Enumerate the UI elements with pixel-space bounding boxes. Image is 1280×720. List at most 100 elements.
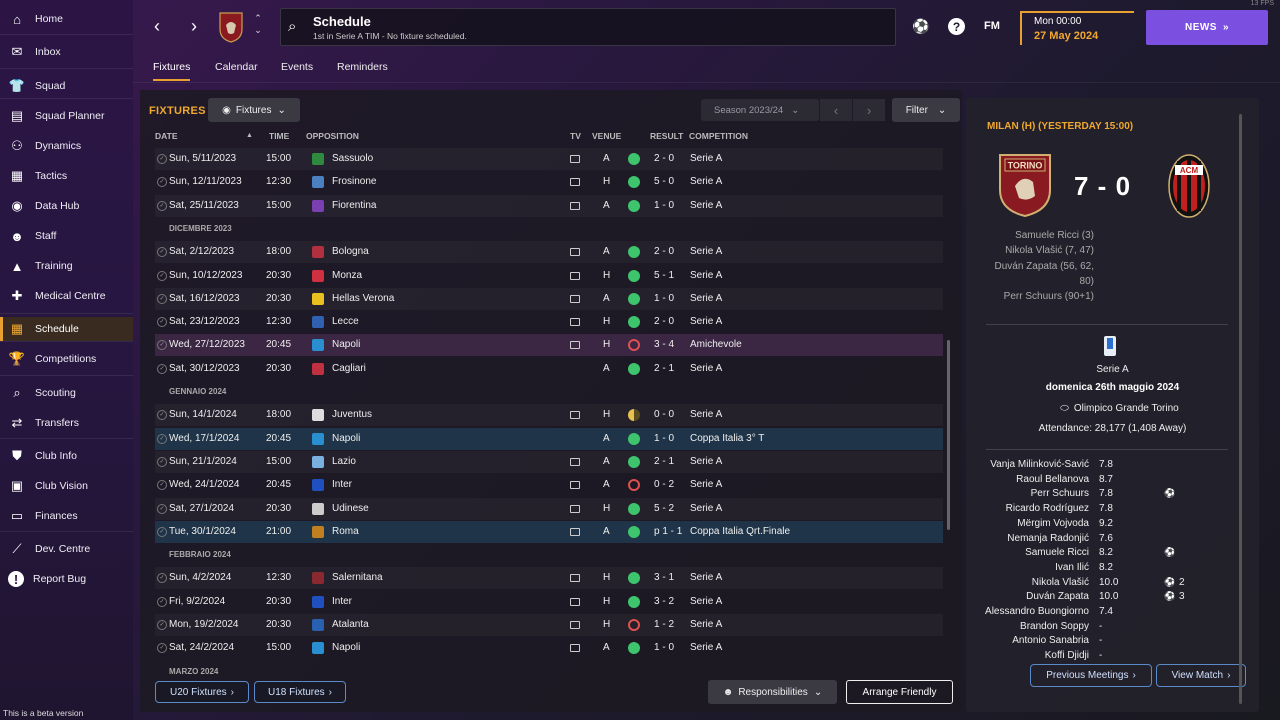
check-icon[interactable]: ✓ bbox=[157, 526, 167, 537]
fixture-opposition[interactable]: Fiorentina bbox=[332, 195, 376, 217]
check-icon[interactable]: ✓ bbox=[157, 154, 167, 164]
player-rating-row[interactable]: Brandon Soppy - bbox=[966, 621, 1259, 636]
fixture-row[interactable]: ✓ Wed, 17/1/2024 20:45 Napoli A 1 - 0 Coppa It… bbox=[155, 427, 943, 450]
fixture-opposition[interactable]: Frosinone bbox=[332, 171, 376, 193]
player-rating-row[interactable]: Mërgim Vojvoda 9.2 bbox=[966, 518, 1259, 533]
search-icon[interactable]: ⌕ bbox=[288, 18, 296, 35]
fixture-opposition[interactable]: Lazio bbox=[332, 451, 356, 473]
tab-reminders[interactable]: Reminders bbox=[337, 57, 388, 81]
check-icon[interactable]: ✓ bbox=[157, 363, 167, 374]
next-season-button[interactable]: › bbox=[853, 99, 885, 121]
player-rating-row[interactable]: Koffi Djidji - bbox=[966, 650, 1259, 665]
sidebar-item-data-hub[interactable]: ◉ Data Hub bbox=[0, 194, 133, 218]
fm-menu-button[interactable]: FM bbox=[982, 16, 1002, 36]
fixture-opposition[interactable]: Udinese bbox=[332, 498, 369, 520]
fixture-opposition[interactable]: Sassuolo bbox=[332, 148, 373, 170]
fixture-row[interactable]: ✓ Sun, 12/11/2023 12:30 Frosinone H 5 - 0 Seri… bbox=[155, 171, 943, 193]
sidebar-item-squad-planner[interactable]: ▤ Squad Planner bbox=[0, 104, 133, 128]
player-rating-row[interactable]: Ivan Ilić 8.2 bbox=[966, 562, 1259, 577]
check-icon[interactable]: ✓ bbox=[157, 596, 167, 607]
check-icon[interactable]: ✓ bbox=[157, 247, 167, 258]
col-competition[interactable]: COMPETITION bbox=[689, 131, 748, 141]
check-icon[interactable]: ✓ bbox=[157, 200, 167, 211]
previous-meetings-button[interactable]: Previous Meetings › bbox=[1030, 664, 1152, 687]
u18-fixtures-button[interactable]: U18 Fixtures › bbox=[254, 681, 346, 703]
sidebar-item-schedule[interactable]: ▦ Schedule bbox=[0, 317, 133, 341]
season-selector[interactable]: Season 2023/24 ⌄ bbox=[701, 99, 819, 121]
milan-crest-icon[interactable]: ACM bbox=[1167, 153, 1211, 219]
fixture-opposition[interactable]: Napoli bbox=[332, 334, 360, 356]
fixture-row[interactable]: ✓ Wed, 27/12/2023 20:45 Napoli H 3 - 4 Amichev… bbox=[155, 334, 943, 357]
player-rating-row[interactable]: Antonio Sanabria - bbox=[966, 635, 1259, 650]
view-dropdown[interactable]: ◉ Fixtures ⌄ bbox=[208, 98, 300, 122]
fixture-row[interactable]: ✓ Sun, 10/12/2023 20:30 Monza H 5 - 1 Serie A bbox=[155, 265, 943, 287]
fixture-opposition[interactable]: Bologna bbox=[332, 241, 369, 263]
fixture-opposition[interactable]: Atalanta bbox=[332, 614, 369, 636]
fixture-row[interactable]: ✓ Sat, 16/12/2023 20:30 Hellas Verona A 1 - 0… bbox=[155, 288, 943, 310]
club-crest-icon[interactable] bbox=[218, 11, 244, 43]
fixture-row[interactable]: ✓ Sun, 4/2/2024 12:30 Salernitana H 3 - 1 Seri… bbox=[155, 567, 943, 589]
date-display[interactable]: Mon 00:00 27 May 2024 bbox=[1020, 11, 1134, 45]
col-result[interactable]: RESULT bbox=[650, 131, 683, 141]
sidebar-item-club-vision[interactable]: ▣ Club Vision bbox=[0, 474, 133, 498]
check-icon[interactable]: ✓ bbox=[157, 317, 167, 328]
fixture-row[interactable]: ✓ Sat, 2/12/2023 18:00 Bologna A 2 - 0 Serie A bbox=[155, 241, 943, 263]
arrange-friendly-button[interactable]: Arrange Friendly bbox=[846, 680, 953, 704]
check-icon[interactable]: ✓ bbox=[157, 503, 167, 514]
tab-fixtures[interactable]: Fixtures bbox=[153, 57, 191, 81]
prev-season-button[interactable]: ‹ bbox=[820, 99, 852, 121]
player-rating-row[interactable]: Alessandro Buongiorno 7.4 bbox=[966, 606, 1259, 621]
check-icon[interactable]: ✓ bbox=[157, 620, 167, 630]
player-rating-row[interactable]: Raoul Bellanova 8.7 bbox=[966, 474, 1259, 489]
fixture-opposition[interactable]: Inter bbox=[332, 474, 352, 496]
player-rating-row[interactable]: Nemanja Radonjić 7.6 bbox=[966, 533, 1259, 548]
forward-button[interactable]: › bbox=[184, 14, 204, 38]
responsibilities-button[interactable]: ☻ Responsibilities ⌄ bbox=[708, 680, 837, 704]
fixture-row[interactable]: ✓ Sun, 21/1/2024 15:00 Lazio A 2 - 1 Serie A bbox=[155, 451, 943, 473]
fixture-row[interactable]: ✓ Sat, 23/12/2023 12:30 Lecce H 2 - 0 Serie A bbox=[155, 311, 943, 333]
player-rating-row[interactable]: Perr Schuurs 7.8 ⚽ bbox=[966, 488, 1259, 503]
sidebar-item-inbox[interactable]: ✉ Inbox bbox=[0, 40, 133, 64]
help-icon[interactable]: ? bbox=[948, 18, 965, 35]
player-rating-row[interactable]: Nikola Vlašić 10.0 ⚽ 2 bbox=[966, 577, 1259, 592]
match-panel-scrollbar[interactable] bbox=[1239, 114, 1242, 704]
sidebar-item-scouting[interactable]: ⌕ Scouting bbox=[0, 381, 133, 405]
player-rating-row[interactable]: Ricardo Rodríguez 7.8 bbox=[966, 503, 1259, 518]
check-icon[interactable]: ✓ bbox=[157, 270, 167, 281]
sidebar-item-dynamics[interactable]: ⚇ Dynamics bbox=[0, 134, 133, 158]
sidebar-item-training[interactable]: ▲ Training bbox=[0, 254, 133, 278]
fixture-opposition[interactable]: Lecce bbox=[332, 311, 359, 333]
check-icon[interactable]: ✓ bbox=[157, 433, 167, 444]
check-icon[interactable]: ✓ bbox=[157, 410, 167, 421]
torino-crest-icon[interactable]: TORINO bbox=[997, 152, 1053, 218]
fixtures-scrollbar[interactable] bbox=[947, 340, 950, 530]
check-icon[interactable]: ✓ bbox=[157, 480, 167, 491]
check-icon[interactable]: ✓ bbox=[157, 340, 167, 351]
sidebar-item-squad[interactable]: 👕 Squad bbox=[0, 74, 133, 98]
fixture-opposition[interactable]: Juventus bbox=[332, 404, 372, 426]
sidebar-item-competitions[interactable]: 🏆 Competitions bbox=[0, 347, 133, 371]
sidebar-item-transfers[interactable]: ⇄ Transfers bbox=[0, 411, 133, 435]
fixture-opposition[interactable]: Roma bbox=[332, 521, 359, 543]
fixture-row[interactable]: ✓ Tue, 30/1/2024 21:00 Roma Ap 1 - 1 Coppa It… bbox=[155, 520, 943, 543]
fixture-opposition[interactable]: Hellas Verona bbox=[332, 288, 394, 310]
news-button[interactable]: NEWS » bbox=[1146, 10, 1268, 45]
sidebar-item-home[interactable]: ⌂ Home bbox=[0, 7, 133, 31]
fixture-row[interactable]: ✓ Sun, 5/11/2023 15:00 Sassuolo A 2 - 0 Serie … bbox=[155, 148, 943, 170]
player-rating-row[interactable]: Samuele Ricci 8.2 ⚽ bbox=[966, 547, 1259, 562]
fixture-opposition[interactable]: Salernitana bbox=[332, 567, 383, 589]
fixture-row[interactable]: ✓ Sat, 27/1/2024 20:30 Udinese H 5 - 2 Serie A bbox=[155, 498, 943, 520]
col-tv[interactable]: TV bbox=[570, 131, 581, 141]
sidebar-item-finances[interactable]: ▭ Finances bbox=[0, 504, 133, 528]
sidebar-item-medical-centre[interactable]: ✚ Medical Centre bbox=[0, 284, 133, 308]
tab-events[interactable]: Events bbox=[281, 57, 313, 81]
sidebar-item-staff[interactable]: ☻ Staff bbox=[0, 224, 133, 248]
check-icon[interactable]: ✓ bbox=[157, 573, 167, 584]
filter-button[interactable]: Filter ⌄ bbox=[892, 98, 960, 122]
fixture-row[interactable]: ✓ Sat, 25/11/2023 15:00 Fiorentina A 1 - 0 Ser… bbox=[155, 195, 943, 217]
sidebar-item-report-bug[interactable]: ! Report Bug bbox=[0, 567, 133, 591]
col-time[interactable]: TIME bbox=[269, 131, 289, 141]
fixture-row[interactable]: ✓ Sun, 14/1/2024 18:00 Juventus H 0 - 0 Serie … bbox=[155, 404, 943, 426]
check-icon[interactable]: ✓ bbox=[157, 643, 167, 654]
tab-calendar[interactable]: Calendar bbox=[215, 57, 258, 81]
